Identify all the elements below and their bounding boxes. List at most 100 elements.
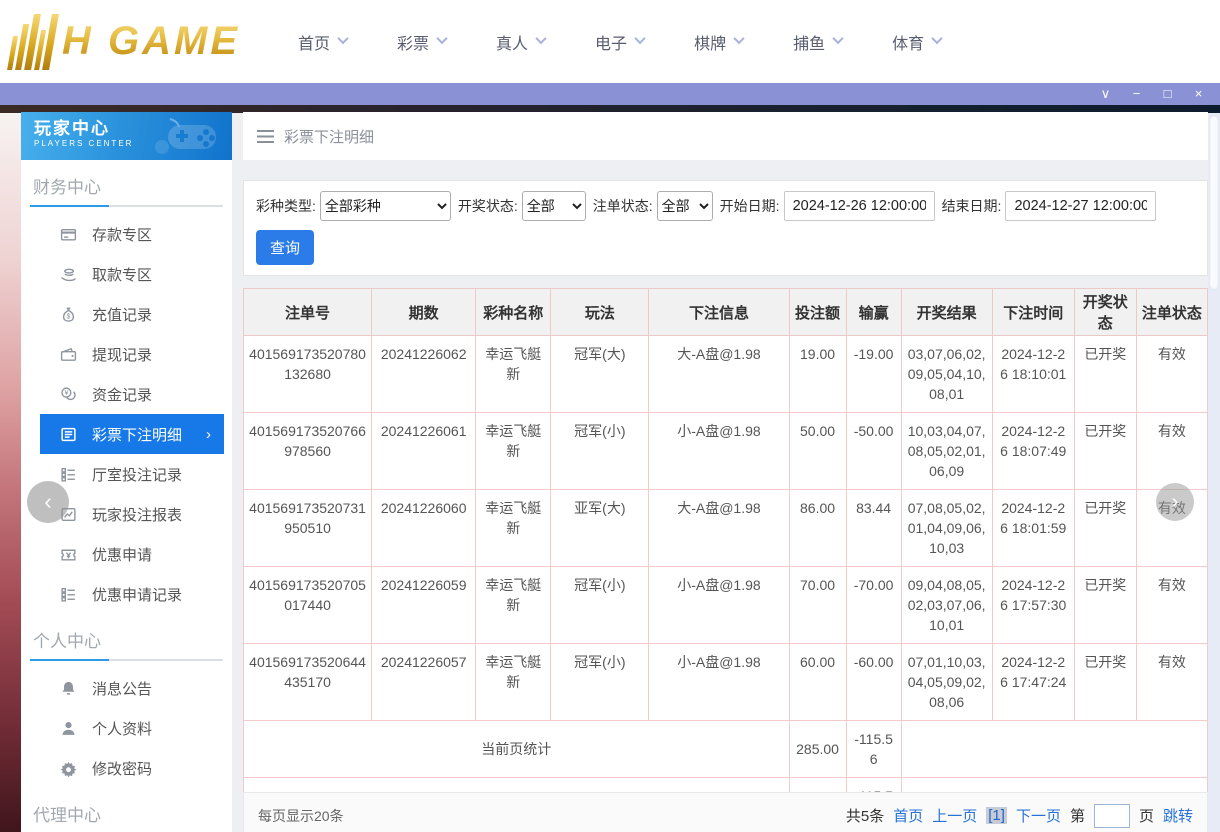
logo-text: H GAME [62,19,240,63]
table-cell: 60.00 [788,643,847,721]
sidebar-item-label: 修改密码 [92,760,153,778]
sidebar-item-messages[interactable]: 消息公告 [40,668,224,708]
first-page-link[interactable]: 首页 [893,805,923,826]
promo-ticket-icon [60,546,77,563]
table-cell: 已开奖 [1073,489,1137,567]
table-cell: 20241226059 [371,566,477,644]
table-cell: -60.00 [845,643,902,721]
chevron-down-icon [931,32,943,45]
sidebar-item-label: 玩家投注报表 [92,506,183,524]
sidebar-item-lottery-bet-details[interactable]: 彩票下注明细 › [40,414,224,454]
total-count-text: 共5条 [845,808,885,825]
hall-records-icon [60,466,77,483]
table-cell: 幸运飞艇新 [475,489,552,567]
nav-item-label: 彩票 [397,35,430,53]
window-maximize-icon[interactable]: □ [1152,83,1183,105]
nav-item-label: 捕鱼 [793,35,826,53]
table-cell: 20241226057 [371,643,477,721]
bet-table: 注单号 期数 彩种名称 玩法 下注信息 投注额 输赢 开奖结果 下注时间 开奖状态 注单状态 401… [242,288,1209,832]
jump-page-input[interactable] [1093,803,1130,828]
nav-item-lottery[interactable]: 彩票 [397,30,448,54]
table-cell: 冠军(小) [550,412,650,490]
sidebar-collapse-button[interactable]: ‹ [27,481,69,523]
nav-item-board-games[interactable]: 棋牌 [694,30,745,54]
table-cell: 已开奖 [1073,566,1137,644]
sidebar-item-profile[interactable]: 个人资料 [40,708,224,748]
window-minimize-icon[interactable]: − [1121,83,1152,105]
scroll-right-button[interactable]: › [1156,483,1194,521]
table-cell: 03,07,06,02,09,05,04,10,08,01 [900,335,993,413]
page-title: 彩票下注明细 [284,128,375,146]
bet-detail-list-icon [60,426,77,443]
column-header: 下注信息 [648,288,790,336]
summary-winloss-total: -115.56 [845,720,902,778]
filter-panel: 彩种类型: 全部彩种 开奖状态: 全部 注单状态: 全部 开始日期: 结束日期: [243,180,1208,276]
end-date-input[interactable] [1005,191,1157,221]
end-date-label: 结束日期: [941,198,1002,214]
summary-empty-cell [900,720,1209,778]
jump-prefix-label: 第 [1069,808,1085,825]
window-close-icon[interactable]: × [1183,83,1214,105]
current-page-summary-row: 当前页统计 285.00 -115.56 [243,720,1209,778]
sidebar-section-title: 财务中心 [33,178,101,197]
sidebar-item-withdrawal-records[interactable]: 提现记录 [40,334,224,374]
table-cell: 20241226060 [371,489,477,567]
jump-button[interactable]: 跳转 [1163,805,1193,826]
sidebar-item-withdraw[interactable]: 取款专区 [40,254,224,294]
logo[interactable]: H GAME [7,13,240,70]
current-page[interactable]: [1] [986,807,1007,824]
nav-item-sports[interactable]: 体育 [892,30,943,54]
start-date-input[interactable] [783,191,935,221]
draw-status-select[interactable]: 全部 [521,191,586,221]
prev-page-link[interactable]: 上一页 [932,805,977,826]
background-strip-left [0,113,21,832]
chevron-down-icon [832,32,844,45]
sidebar-item-label: 厅室投注记录 [92,466,183,484]
vertical-scrollbar[interactable] [1208,113,1220,832]
table-cell: 有效 [1135,643,1209,721]
nav-item-fishing[interactable]: 捕鱼 [793,30,844,54]
search-button[interactable]: 查询 [256,230,315,265]
order-status-select[interactable]: 全部 [656,191,713,221]
chevron-right-icon: › [206,425,211,443]
hamburger-menu-icon[interactable] [257,129,274,143]
top-bar: H GAME 首页 彩票 真人 电子 棋牌 捕鱼 体育 [0,0,1220,83]
gamepad-icon [155,118,216,154]
sidebar-item-change-password[interactable]: 修改密码 [40,748,224,788]
table-cell: -70.00 [845,566,902,644]
table-cell: 小-A盘@1.98 [648,643,790,721]
table-cell: 幸运飞艇新 [475,412,552,490]
bet-table-panel: 注单号 期数 彩种名称 玩法 下注信息 投注额 输赢 开奖结果 下注时间 开奖状态 注单状态 401… [242,288,1209,832]
order-status-label: 注单状态: [592,198,653,214]
column-header: 玩法 [550,288,650,336]
scrollbar-thumb[interactable] [1209,115,1219,290]
sidebar-item-promo-apply[interactable]: 优惠申请 [40,534,224,574]
window-chevron-down-icon[interactable]: ∨ [1090,83,1121,105]
table-row: 401569173520731950510 20241226060 幸运飞艇新 亚军(… [242,489,1209,567]
table-cell: 亚军(大) [550,489,650,567]
nav-item-live[interactable]: 真人 [496,30,547,54]
recharge-moneybag-icon: $ [60,306,77,323]
lottery-type-select[interactable]: 全部彩种 [319,191,451,221]
sidebar-item-funds-records[interactable]: ¥ 资金记录 [40,374,224,414]
sidebar-item-promo-apply-records[interactable]: 优惠申请记录 [40,574,224,614]
table-cell: 401569173520705017440 [242,566,373,644]
sidebar-item-deposit[interactable]: 存款专区 [40,214,224,254]
nav-item-slots[interactable]: 电子 [595,30,646,54]
sidebar: 玩家中心 PLAYERS CENTER 财务中心 存款专区 取款专区 $ 充值记录 提现记… [21,112,232,832]
funds-coins-icon: ¥ [60,386,77,403]
pagination-bar: 每页显示20条 共5条 首页 上一页 [1] 下一页 第 页 跳转 [243,792,1208,832]
table-cell: 冠军(小) [550,566,650,644]
promo-records-icon [60,586,77,603]
sidebar-item-hall-bet-records[interactable]: 厅室投注记录 [40,454,224,494]
column-header: 下注时间 [991,288,1075,336]
breadcrumb: 彩票下注明细 [243,112,1208,160]
app-area: 玩家中心 PLAYERS CENTER 财务中心 存款专区 取款专区 $ 充值记录 提现记… [0,105,1220,832]
sidebar-item-recharge-records[interactable]: $ 充值记录 [40,294,224,334]
table-cell: -50.00 [845,412,902,490]
nav-item-home[interactable]: 首页 [298,30,349,54]
table-row: 401569173520780132680 20241226062 幸运飞艇新 冠军(… [242,335,1209,413]
summary-bet-total: 285.00 [788,720,847,778]
next-page-link[interactable]: 下一页 [1016,805,1061,826]
table-cell: 401569173520780132680 [242,335,373,413]
